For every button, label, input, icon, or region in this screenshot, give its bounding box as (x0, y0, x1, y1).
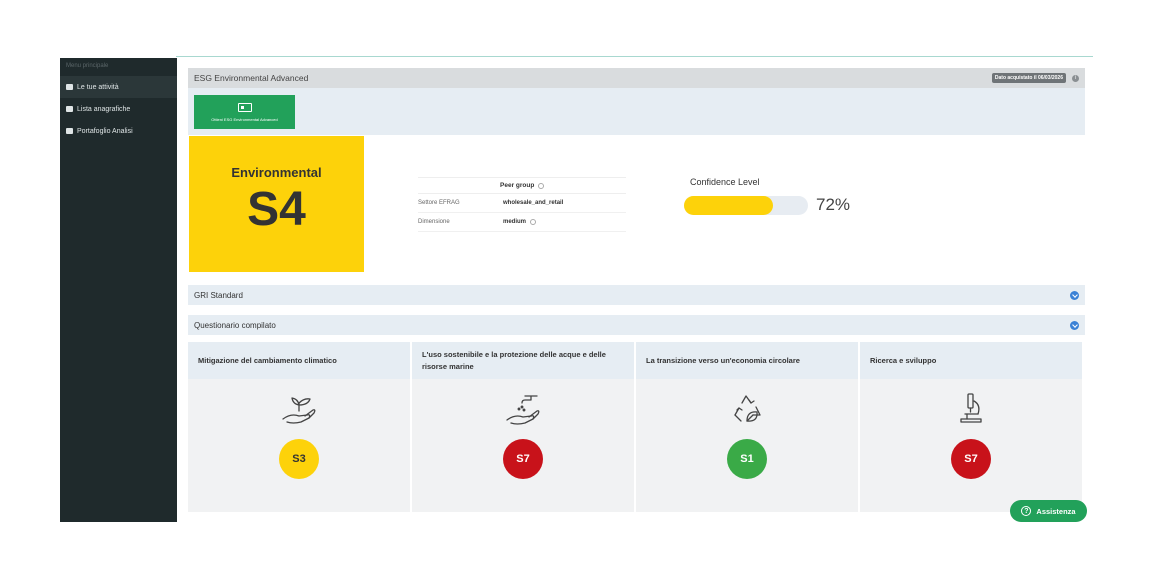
water-tap-hand-icon (412, 379, 634, 439)
purchase-date-badge: Dato acquistato il 06/03/2026 (991, 73, 1066, 83)
category-card-climate: Mitigazione del cambiamento climatico S3 (188, 342, 410, 512)
accordion-label: Questionario compilato (194, 320, 276, 330)
assistance-label: Assistenza (1036, 506, 1076, 516)
category-title: Ricerca e sviluppo (860, 342, 1082, 379)
environmental-score-card: Environmental S4 (189, 136, 364, 272)
get-esg-button-label: Ottieni ESG Environmental Advanced (211, 116, 278, 122)
list-icon (66, 84, 73, 90)
confidence-level: Confidence Level 72% (684, 177, 850, 215)
chevron-down-icon (1070, 320, 1079, 330)
peer-key: Settore EFRAG (418, 200, 460, 206)
confidence-title: Confidence Level (690, 177, 760, 187)
category-card-research: Ricerca e sviluppo S7 (860, 342, 1082, 512)
question-icon: ? (1021, 506, 1032, 516)
sidebar-item-portfolio[interactable]: Portafoglio Analisi (60, 120, 177, 142)
category-title: La transizione verso un'economia circola… (636, 342, 858, 379)
accordion-label: GRI Standard (194, 290, 243, 300)
peer-value: medium (503, 219, 527, 225)
category-card-water: L'uso sostenibile e la protezione delle … (412, 342, 634, 512)
chevron-down-icon (1070, 290, 1079, 300)
folder-icon (66, 128, 73, 134)
category-score-badge: S7 (503, 439, 543, 479)
peer-value: wholesale_and_retail (503, 200, 564, 206)
category-score-badge: S1 (727, 439, 767, 479)
peer-group-title: Peer group (500, 182, 535, 189)
peer-group-header: Peer group (418, 177, 626, 194)
sidebar: Menu principale Le tue attività Lista an… (60, 58, 177, 522)
recycle-leaf-icon (636, 379, 858, 439)
info-icon[interactable]: i (1072, 74, 1079, 82)
action-bar: Ottieni ESG Environmental Advanced (188, 88, 1085, 135)
id-card-icon (237, 102, 252, 112)
page-title: ESG Environmental Advanced (194, 73, 309, 83)
get-esg-button[interactable]: Ottieni ESG Environmental Advanced (194, 95, 295, 129)
page-header: ESG Environmental Advanced Dato acquista… (188, 68, 1085, 88)
top-divider (176, 56, 1093, 57)
peer-row-size: Dimensione medium (418, 213, 626, 232)
peer-row-sector: Settore EFRAG wholesale_and_retail (418, 194, 626, 213)
sidebar-item-label: Le tue attività (77, 83, 119, 91)
help-icon[interactable] (538, 182, 545, 189)
category-title: Mitigazione del cambiamento climatico (188, 342, 410, 379)
assistance-button[interactable]: ? Assistenza (1010, 500, 1087, 522)
category-score-badge: S7 (951, 439, 991, 479)
environmental-score: S4 (247, 183, 306, 236)
category-title: L'uso sostenibile e la protezione delle … (412, 342, 634, 379)
sidebar-item-registry[interactable]: Lista anagrafiche (60, 98, 177, 120)
main-content: ESG Environmental Advanced Dato acquista… (188, 68, 1085, 512)
book-icon (66, 106, 73, 112)
sidebar-item-activities[interactable]: Le tue attività (60, 76, 177, 98)
category-score-badge: S3 (279, 439, 319, 479)
category-cards: Mitigazione del cambiamento climatico S3… (188, 342, 1085, 512)
confidence-progress-fill (684, 195, 774, 215)
peer-group-table: Peer group Settore EFRAG wholesale_and_r… (418, 177, 626, 232)
category-card-circular: La transizione verso un'economia circola… (636, 342, 858, 512)
sidebar-item-label: Lista anagrafiche (77, 105, 131, 113)
microscope-icon (860, 379, 1082, 439)
sidebar-header: Menu principale (66, 63, 109, 69)
accordion-gri-standard[interactable]: GRI Standard (188, 285, 1085, 305)
confidence-progress-bar (684, 195, 808, 215)
accordion-questionnaire[interactable]: Questionario compilato (188, 315, 1085, 335)
help-icon[interactable] (530, 219, 537, 225)
hand-plant-icon (188, 379, 410, 439)
confidence-value: 72% (816, 195, 851, 214)
peer-key: Dimensione (418, 219, 450, 225)
sidebar-item-label: Portafoglio Analisi (77, 127, 133, 135)
score-summary: Environmental S4 Peer group Settore EFRA… (188, 135, 1085, 285)
environmental-label: Environmental (231, 165, 322, 180)
